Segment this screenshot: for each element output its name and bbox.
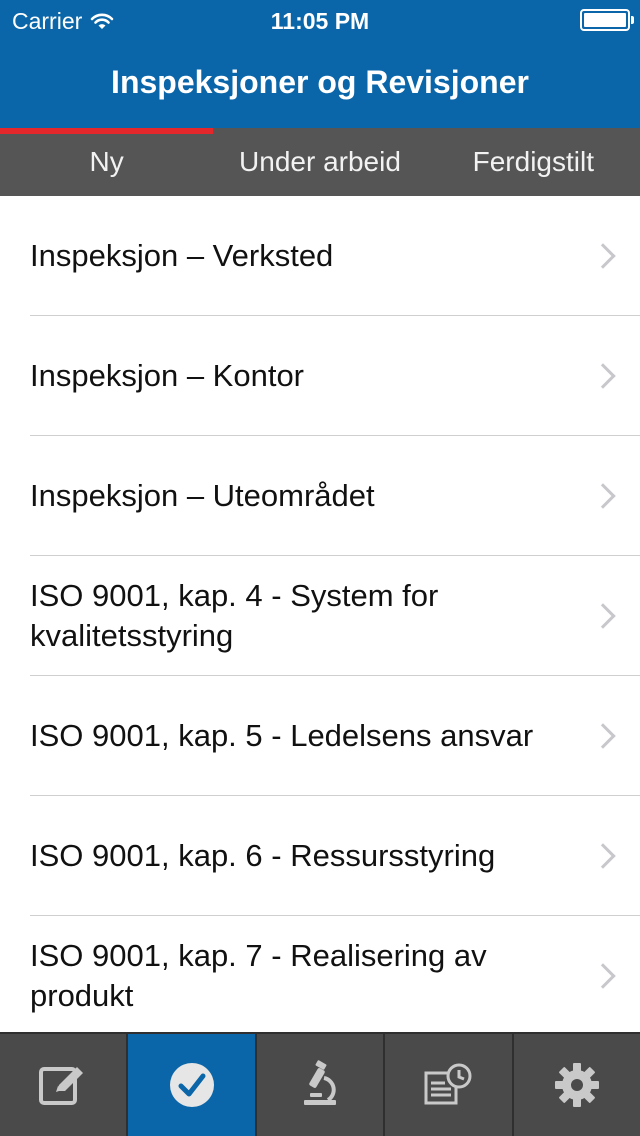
list-item-label: ISO 9001, kap. 4 - System for kvalitetss… <box>30 578 439 653</box>
list-item[interactable]: Inspeksjon – Kontor <box>0 316 640 436</box>
list-item[interactable]: ISO 9001, kap. 4 - System for kvalitetss… <box>0 556 640 676</box>
edit-icon <box>39 1067 84 1105</box>
tab-under-arbeid[interactable]: Under arbeid <box>213 128 426 196</box>
page-title: Inspeksjoner og Revisjoner <box>111 64 529 100</box>
list-item-label: Inspeksjon – Kontor <box>30 358 305 393</box>
navigation-header: Carrier 11:05 PM Inspeksjoner og Revisjo… <box>0 0 640 128</box>
status-segment-control: Ny Under arbeid Ferdigstilt <box>0 128 640 196</box>
tab-label: Ferdigstilt <box>472 146 594 177</box>
chevron-right-icon <box>590 963 616 989</box>
list-item[interactable]: ISO 9001, kap. 5 - Ledelsens ansvar <box>0 676 640 796</box>
gear-icon <box>554 1063 599 1107</box>
list-item-label: Inspeksjon – Uteområdet <box>30 478 375 513</box>
checkmark-icon <box>169 1063 214 1107</box>
tab-settings[interactable] <box>514 1034 640 1136</box>
chevron-right-icon <box>590 843 616 869</box>
chevron-right-icon <box>590 603 616 629</box>
chevron-right-icon <box>590 243 616 269</box>
status-bar: Carrier 11:05 PM <box>0 0 640 40</box>
chevron-right-icon <box>590 723 616 749</box>
report-clock-icon <box>424 1063 472 1105</box>
tab-label: Under arbeid <box>239 146 401 177</box>
bottom-tab-bar <box>0 1032 640 1136</box>
tab-checklist[interactable] <box>128 1034 257 1136</box>
inspection-list: Inspeksjon – Verksted Inspeksjon – Konto… <box>0 196 640 1032</box>
list-item-label: ISO 9001, kap. 6 - Ressursstyring <box>30 838 496 873</box>
list-item[interactable]: Inspeksjon – Uteområdet <box>0 436 640 556</box>
list-item[interactable]: ISO 9001, kap. 6 - Ressursstyring <box>0 796 640 916</box>
microscope-icon <box>304 1060 337 1105</box>
list-item-label: ISO 9001, kap. 7 - Realisering av produk… <box>30 938 487 1013</box>
list-item-label: Inspeksjon – Verksted <box>30 238 334 273</box>
tab-analysis[interactable] <box>257 1034 386 1136</box>
status-time: 11:05 PM <box>270 8 370 34</box>
chevron-right-icon <box>590 483 616 509</box>
chevron-right-icon <box>590 363 616 389</box>
tab-ferdigstilt[interactable]: Ferdigstilt <box>427 128 640 196</box>
list-item[interactable]: ISO 9001, kap. 7 - Realisering av produk… <box>0 916 640 1032</box>
tab-ny[interactable]: Ny <box>0 128 214 196</box>
tab-edit[interactable] <box>0 1034 129 1136</box>
battery-icon <box>580 9 634 31</box>
tab-label: Ny <box>89 146 124 177</box>
list-item-label: ISO 9001, kap. 5 - Ledelsens ansvar <box>30 718 534 753</box>
tab-reports[interactable] <box>385 1034 514 1136</box>
list-item[interactable]: Inspeksjon – Verksted <box>0 196 640 316</box>
